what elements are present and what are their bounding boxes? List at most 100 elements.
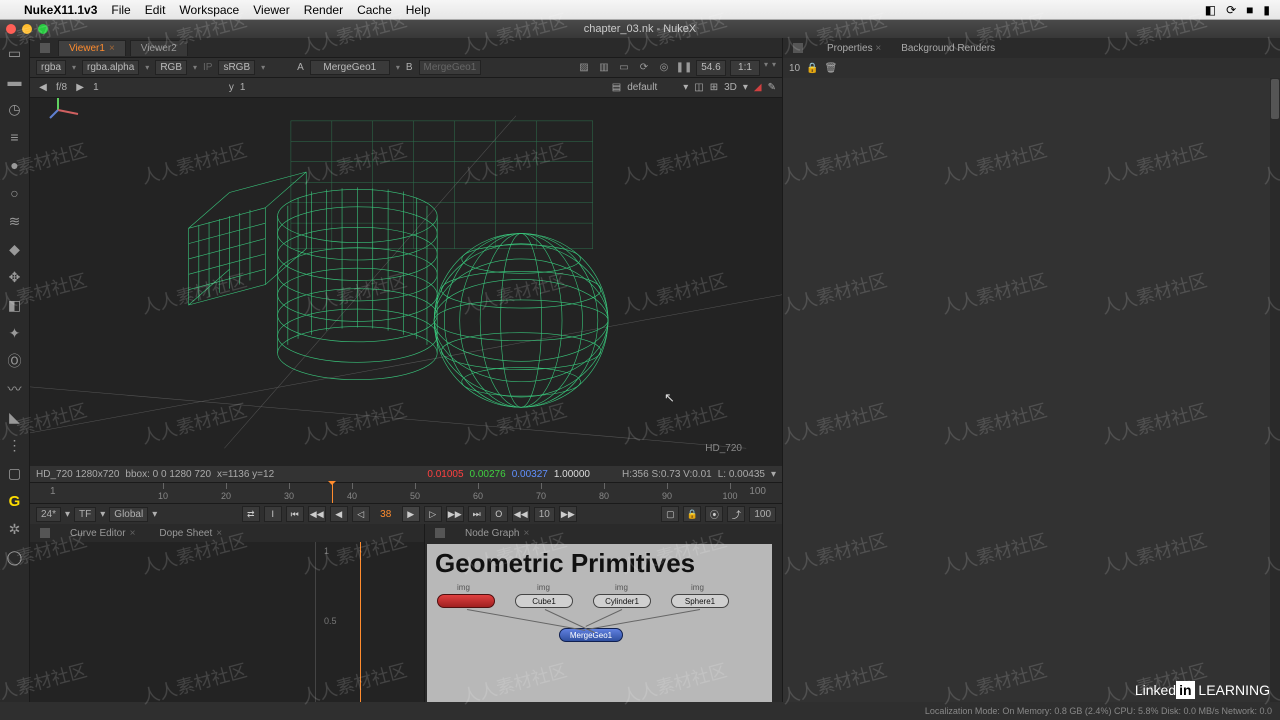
tray-icon[interactable]: ■	[1246, 3, 1253, 17]
tab-node-graph[interactable]: Node Graph×	[457, 527, 537, 540]
sync-icon[interactable]: ⇄	[242, 506, 260, 522]
menu-workspace[interactable]: Workspace	[179, 3, 239, 17]
next-icon[interactable]: ▶	[73, 82, 87, 93]
tool-select-icon[interactable]: ▭	[4, 42, 26, 64]
menu-viewer[interactable]: Viewer	[253, 3, 289, 17]
tab-bgrenders[interactable]: Background Renders	[901, 43, 995, 54]
properties-body[interactable]	[783, 78, 1280, 720]
curve-graph[interactable]: 1 0.5	[30, 542, 424, 702]
grid-icon[interactable]: ⊞	[710, 82, 718, 93]
back10-icon[interactable]: ◀◀	[512, 506, 530, 522]
tool-layers-icon[interactable]: ≋	[4, 210, 26, 232]
export-icon[interactable]: ⤴	[727, 506, 745, 522]
lock-icon[interactable]: 🔒	[683, 506, 701, 522]
channel-select[interactable]: rgba	[36, 60, 66, 75]
go-start-icon[interactable]: ⏮	[286, 506, 304, 522]
playhead-icon[interactable]	[332, 483, 333, 503]
spin2[interactable]: 1	[240, 82, 246, 93]
out-flag-icon[interactable]: O	[490, 506, 508, 522]
tab-properties[interactable]: Properties ×	[827, 43, 881, 54]
maximize-icon[interactable]	[38, 24, 48, 34]
tray-icon[interactable]: ◧	[1205, 3, 1216, 17]
step-size[interactable]: 10	[534, 507, 555, 522]
gain-value[interactable]: 54.6	[696, 60, 726, 76]
tf-select[interactable]: TF	[74, 507, 96, 522]
overlay-select[interactable]: default	[627, 82, 677, 93]
a-input-select[interactable]: MergeGeo1	[310, 60, 390, 75]
node-sphere[interactable]: Sphere1	[671, 594, 729, 608]
tool-spark-icon[interactable]: ✦	[4, 322, 26, 344]
play-icon[interactable]: ▶	[402, 506, 420, 522]
roi-icon[interactable]: ▭	[616, 60, 632, 76]
split-icon[interactable]: ▥	[596, 60, 612, 76]
tool-rect-icon[interactable]: ▬	[4, 70, 26, 92]
tool-diamond-icon[interactable]: ◆	[4, 238, 26, 260]
tray-icon[interactable]: ▮	[1263, 3, 1270, 17]
lock-icon[interactable]: 🔒	[806, 63, 818, 74]
app-name[interactable]: NukeX11.1v3	[24, 3, 97, 17]
tab-curve-editor[interactable]: Curve Editor×	[62, 527, 143, 540]
menu-help[interactable]: Help	[406, 3, 431, 17]
tool-square-icon[interactable]: ▢	[4, 462, 26, 484]
scrollbar[interactable]	[1270, 78, 1280, 720]
in-flag-icon[interactable]: I	[264, 506, 282, 522]
tab-viewer2[interactable]: Viewer2	[130, 40, 188, 56]
tool-sphere-icon[interactable]: ●	[4, 154, 26, 176]
tray-icon[interactable]: ⟳	[1226, 3, 1236, 17]
node-cube[interactable]: Cube1	[515, 594, 573, 608]
pin-icon[interactable]	[435, 528, 445, 538]
settings-icon[interactable]: ✎	[768, 82, 776, 93]
tool-clock-icon[interactable]: ◷	[4, 98, 26, 120]
window-controls[interactable]	[6, 24, 48, 34]
tool-g-icon[interactable]: G	[4, 490, 26, 512]
fstop-select[interactable]: f/8	[56, 82, 67, 93]
timeline[interactable]: 1 100 102030405060708090100	[30, 482, 782, 504]
prev-icon[interactable]: ◀	[36, 82, 50, 93]
node-card[interactable]	[437, 594, 495, 608]
alpha-select[interactable]: rgba.alpha	[82, 60, 139, 75]
step-back-icon[interactable]: ◀◀	[308, 506, 326, 522]
frame-out-field[interactable]: 100	[749, 507, 776, 522]
node-graph-canvas[interactable]: Geometric Primitives img img img img Cub…	[427, 544, 772, 718]
3d-mode-select[interactable]: 3D	[724, 82, 737, 93]
play-back-icon[interactable]: ◀	[330, 506, 348, 522]
tool-o-icon[interactable]: Ⓞ	[4, 350, 26, 372]
go-end-icon[interactable]: ⏭	[468, 506, 486, 522]
node-cylinder[interactable]: Cylinder1	[593, 594, 651, 608]
pause-icon[interactable]: ❚❚	[676, 60, 692, 76]
capture-icon[interactable]: ⦿	[705, 506, 723, 522]
tool-gear-icon[interactable]: ✲	[4, 518, 26, 540]
range-select[interactable]: Global	[109, 507, 148, 522]
record-icon[interactable]: ◢	[754, 82, 762, 93]
tool-tag-icon[interactable]: ◣	[4, 406, 26, 428]
pin-icon[interactable]	[793, 43, 803, 53]
zoom-ratio[interactable]: 1:1	[730, 60, 760, 76]
tool-stack-icon[interactable]: ≡	[4, 126, 26, 148]
minimize-icon[interactable]	[22, 24, 32, 34]
clear-icon[interactable]: 🗑	[825, 63, 838, 74]
cliptest-icon[interactable]: ▤	[612, 82, 621, 93]
menu-cache[interactable]: Cache	[357, 3, 392, 17]
stereo-icon[interactable]: ◫	[694, 82, 703, 93]
wipe-icon[interactable]: ▨	[576, 60, 592, 76]
props-limit[interactable]: 10	[789, 63, 800, 74]
dropdown-icon[interactable]: ▾	[771, 469, 776, 480]
tab-viewer1[interactable]: Viewer1×	[58, 40, 126, 56]
b-input-select[interactable]: MergeGeo1	[419, 60, 482, 75]
target-icon[interactable]: ◎	[656, 60, 672, 76]
spin1[interactable]: 1	[93, 82, 99, 93]
step-fwd-icon[interactable]: ▶▶	[446, 506, 464, 522]
fps-select[interactable]: 24*	[36, 507, 61, 522]
pin-icon[interactable]	[40, 43, 50, 53]
close-icon[interactable]	[6, 24, 16, 34]
fwd10-icon[interactable]: ▶▶	[559, 506, 577, 522]
current-frame[interactable]: 38	[374, 509, 398, 520]
refresh-icon[interactable]: ⟳	[636, 60, 652, 76]
tool-cube-icon[interactable]: ◧	[4, 294, 26, 316]
monitor-icon[interactable]: ▢	[661, 506, 679, 522]
menu-render[interactable]: Render	[304, 3, 343, 17]
menu-edit[interactable]: Edit	[145, 3, 166, 17]
tool-move-icon[interactable]: ✥	[4, 266, 26, 288]
tool-wave-icon[interactable]: 〰	[4, 378, 26, 400]
pin-icon[interactable]	[40, 528, 50, 538]
